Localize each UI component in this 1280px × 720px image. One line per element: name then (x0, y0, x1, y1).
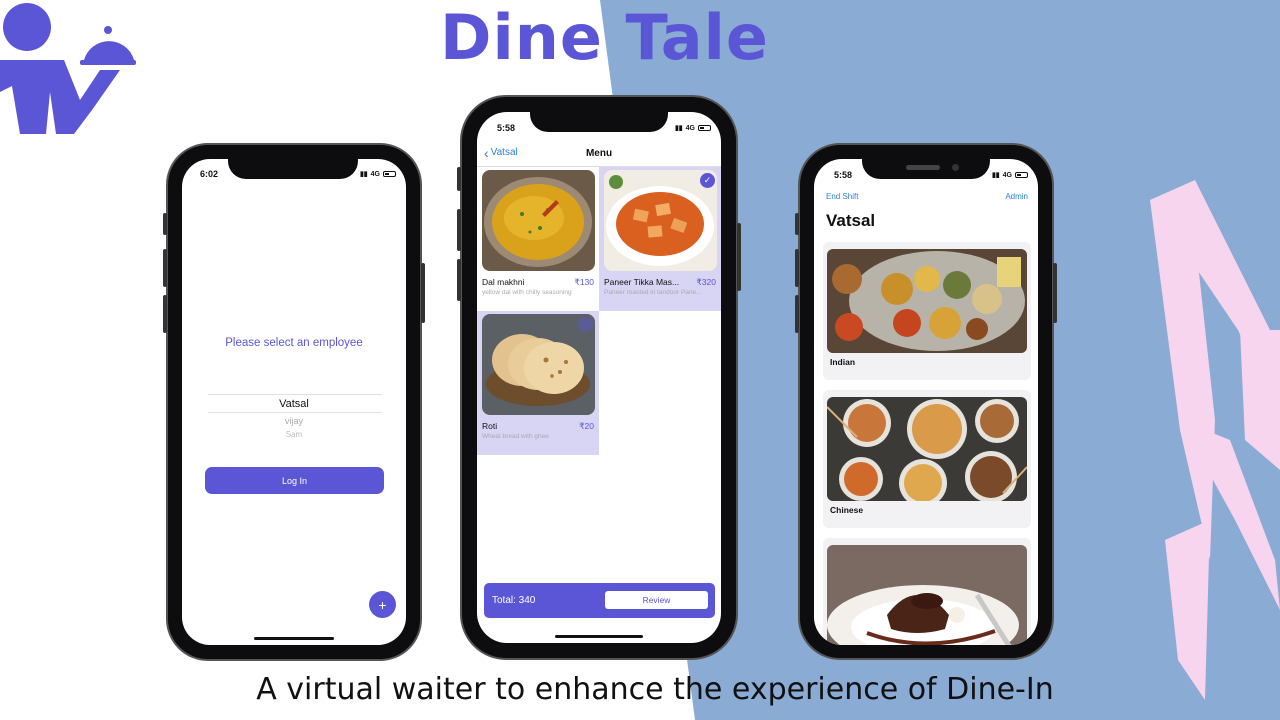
home-indicator (555, 635, 643, 638)
paneer-tikka-image (604, 170, 717, 271)
dish-description: Wheat bread with ghee (482, 433, 549, 440)
add-employee-button[interactable]: + (369, 591, 396, 618)
status-bar: ▮▮ 4G (675, 124, 711, 132)
phone-category-screen: 5:58 ▮▮ 4G End Shift Admin Vatsal Indian… (795, 143, 1057, 660)
dish-name: Roti (482, 421, 498, 431)
battery-icon (698, 125, 711, 131)
network-label: 4G (685, 124, 695, 132)
network-label: 4G (1002, 171, 1012, 179)
tagline: A virtual waiter to enhance the experien… (256, 672, 1054, 707)
signal-icon: ▮▮ (674, 125, 683, 132)
network-label: 4G (370, 170, 380, 178)
dish-name: Paneer Tikka Mas... (604, 277, 680, 287)
select-employee-prompt: Please select an employee (225, 337, 363, 349)
app-title-part2: Tale (625, 1, 769, 74)
status-time: 5:58 (834, 170, 853, 180)
category-screen: 5:58 ▮▮ 4G End Shift Admin Vatsal Indian… (814, 159, 1038, 645)
dal-makhni-image (482, 170, 595, 271)
dish-description: yellow dal with chilly seasoning (482, 289, 572, 296)
login-screen: 6:02 ▮▮ 4G Please select an employee Vat… (182, 159, 406, 645)
phone-login-screen: 6:02 ▮▮ 4G Please select an employee Vat… (163, 143, 425, 661)
menu-screen: 5:58 ▮▮ 4G ‹ Vatsal Menu Dal makhni ₹130… (477, 112, 721, 643)
indian-food-image (827, 249, 1027, 353)
category-card-chinese[interactable]: Chinese (823, 390, 1031, 528)
dish-name: Dal makhni (482, 277, 525, 287)
chinese-food-image (827, 397, 1027, 501)
dish-price: ₹130 (574, 277, 594, 287)
order-total: Total: 340 (492, 595, 536, 606)
dish-price: ₹320 (696, 277, 716, 287)
roti-image (482, 314, 595, 415)
category-label: Chinese (830, 505, 864, 515)
menu-item-roti[interactable]: Roti ₹20 Wheat bread with ghee (477, 311, 599, 455)
employee-picker-item[interactable]: vijay (182, 416, 406, 426)
status-time: 6:02 (200, 169, 219, 179)
login-button[interactable]: Log In (205, 467, 384, 494)
battery-icon (1015, 172, 1028, 178)
admin-button[interactable]: Admin (1005, 192, 1028, 201)
selected-check-icon: ✓ (700, 173, 715, 188)
menu-item-dal-makhni[interactable]: Dal makhni ₹130 yellow dal with chilly s… (477, 167, 599, 311)
status-bar: ▮▮ 4G (360, 170, 396, 178)
waiter-with-cloche-icon (0, 3, 136, 134)
menu-item-paneer-tikka[interactable]: ✓ Paneer Tikka Mas... ₹320 Paneer roaste… (599, 167, 721, 311)
order-total-bar: Total: 340 Review (484, 583, 715, 618)
review-button[interactable]: Review (605, 591, 708, 609)
phone-menu-screen: 5:58 ▮▮ 4G ‹ Vatsal Menu Dal makhni ₹130… (457, 95, 741, 660)
battery-icon (383, 171, 396, 177)
menu-title: Menu (585, 148, 613, 159)
employee-picker-item[interactable]: Vatsal (182, 398, 406, 410)
employee-picker-item[interactable]: Sam (182, 430, 406, 439)
signal-icon: ▮▮ (359, 171, 368, 178)
dish-description: Paneer roasted in tandoor Pane... (604, 289, 702, 296)
category-card-indian[interactable]: Indian (823, 242, 1031, 380)
category-card-dessert[interactable] (823, 538, 1031, 645)
selected-check-icon (578, 317, 593, 332)
status-time: 5:58 (497, 123, 516, 133)
signal-icon: ▮▮ (991, 172, 1000, 179)
end-shift-button[interactable]: End Shift (826, 192, 858, 201)
dessert-image (827, 545, 1027, 645)
category-label: Indian (830, 357, 856, 367)
app-title-part1: Dine (440, 1, 603, 74)
status-bar: ▮▮ 4G (992, 171, 1028, 179)
app-title: Dine Tale (440, 1, 769, 74)
dish-price: ₹20 (579, 421, 594, 431)
home-indicator (254, 637, 334, 640)
waiter-name: Vatsal (826, 211, 876, 230)
